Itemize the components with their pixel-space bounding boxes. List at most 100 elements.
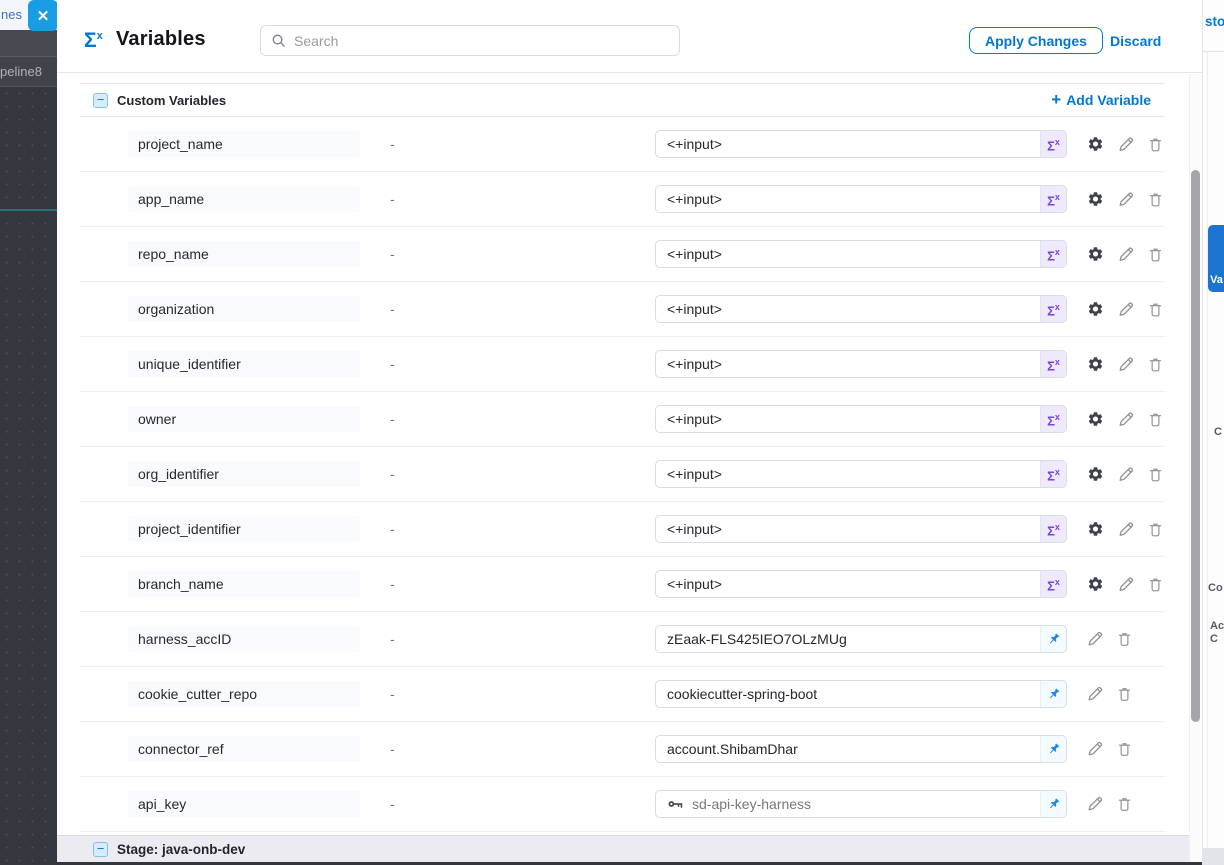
delete-icon[interactable]: [1117, 741, 1132, 757]
edit-icon[interactable]: [1087, 741, 1103, 757]
variable-value-input[interactable]: <+input>Σx: [655, 570, 1067, 598]
variable-value-input[interactable]: sd-api-key-harness: [655, 790, 1067, 818]
variables-side-tab[interactable]: Va: [1208, 225, 1224, 292]
expression-icon: Σx: [1047, 246, 1060, 262]
fixed-value-pin-button[interactable]: [1040, 626, 1066, 652]
edit-icon[interactable]: [1118, 466, 1134, 482]
expression-type-button[interactable]: Σx: [1040, 461, 1066, 487]
variable-value-input[interactable]: <+input>Σx: [655, 240, 1067, 268]
expression-type-button[interactable]: Σx: [1040, 406, 1066, 432]
row-actions: [1087, 301, 1163, 318]
delete-icon[interactable]: [1148, 521, 1163, 537]
expression-type-button[interactable]: Σx: [1040, 351, 1066, 377]
delete-icon[interactable]: [1117, 631, 1132, 647]
row-actions: [1087, 466, 1163, 483]
collapse-icon[interactable]: −: [93, 93, 108, 108]
collapse-icon[interactable]: −: [93, 842, 108, 857]
variable-value: account.ShibamDhar: [667, 741, 798, 757]
row-actions: [1087, 191, 1163, 208]
pin-icon: [1047, 632, 1061, 646]
edit-icon[interactable]: [1118, 246, 1134, 262]
delete-icon[interactable]: [1148, 191, 1163, 207]
search-input[interactable]: Search: [260, 25, 680, 56]
variables-list: project_name-<+input>Σxapp_name-<+input>…: [80, 117, 1165, 832]
settings-icon[interactable]: [1087, 466, 1104, 483]
edit-icon[interactable]: [1087, 686, 1103, 702]
settings-icon[interactable]: [1087, 191, 1104, 208]
pipeline-tab-fragment: peline8: [0, 64, 42, 79]
discard-button[interactable]: Discard: [1110, 27, 1161, 54]
drawer-content: − Custom Variables + Add Variable projec…: [80, 83, 1165, 832]
expression-type-button[interactable]: Σx: [1040, 241, 1066, 267]
variable-type: -: [390, 741, 395, 757]
fixed-value-pin-button[interactable]: [1040, 736, 1066, 762]
edit-icon[interactable]: [1118, 191, 1134, 207]
delete-icon[interactable]: [1117, 686, 1132, 702]
delete-icon[interactable]: [1148, 136, 1163, 152]
edit-icon[interactable]: [1118, 411, 1134, 427]
edit-icon[interactable]: [1118, 356, 1134, 372]
scrollbar-thumb[interactable]: [1191, 170, 1200, 722]
expression-type-button[interactable]: Σx: [1040, 296, 1066, 322]
variable-type: -: [390, 686, 395, 702]
variable-value-input[interactable]: account.ShibamDhar: [655, 735, 1067, 763]
variable-value: <+input>: [667, 521, 722, 537]
custom-variables-section-header: − Custom Variables + Add Variable: [80, 83, 1165, 117]
variable-value-input[interactable]: <+input>Σx: [655, 405, 1067, 433]
variable-value-input[interactable]: <+input>Σx: [655, 295, 1067, 323]
variable-value: <+input>: [667, 466, 722, 482]
delete-icon[interactable]: [1148, 246, 1163, 262]
variable-value-input[interactable]: <+input> Σx: [655, 185, 1067, 213]
variable-value: sd-api-key-harness: [692, 796, 811, 812]
settings-icon[interactable]: [1087, 521, 1104, 538]
apply-changes-button[interactable]: Apply Changes: [969, 27, 1103, 54]
edit-icon[interactable]: [1087, 796, 1103, 812]
delete-icon[interactable]: [1148, 576, 1163, 592]
variable-value-input[interactable]: <+input>Σx: [655, 350, 1067, 378]
expression-type-button[interactable]: Σx: [1040, 571, 1066, 597]
close-drawer-button[interactable]: ✕: [28, 0, 58, 31]
expression-type-button[interactable]: Σx: [1040, 186, 1066, 212]
delete-icon[interactable]: [1148, 466, 1163, 482]
delete-icon[interactable]: [1148, 301, 1163, 317]
edit-icon[interactable]: [1087, 631, 1103, 647]
history-link-fragment[interactable]: stor: [1205, 14, 1224, 29]
expression-icon: Σx: [1047, 301, 1060, 317]
variable-name: repo_name: [128, 241, 360, 267]
variable-row: cookie_cutter_repo-cookiecutter-spring-b…: [80, 667, 1165, 722]
expression-type-button[interactable]: Σx: [1040, 516, 1066, 542]
expression-icon: Σx: [1047, 466, 1060, 482]
settings-icon[interactable]: [1087, 136, 1104, 153]
sigma-x-icon: Σx: [84, 26, 103, 51]
search-icon: [271, 33, 286, 48]
variable-value-input[interactable]: cookiecutter-spring-boot: [655, 680, 1067, 708]
fixed-value-pin-button[interactable]: [1040, 681, 1066, 707]
settings-icon[interactable]: [1087, 246, 1104, 263]
edit-icon[interactable]: [1118, 301, 1134, 317]
variable-row: branch_name-<+input>Σx: [80, 557, 1165, 612]
settings-icon[interactable]: [1087, 301, 1104, 318]
background-header-strip: [0, 30, 57, 57]
edit-icon[interactable]: [1118, 576, 1134, 592]
variable-value-input[interactable]: <+input>Σx: [655, 130, 1067, 158]
edit-icon[interactable]: [1118, 521, 1134, 537]
row-actions: [1087, 631, 1132, 647]
variable-value-input[interactable]: zEaak-FLS425IEO7OLzMUg: [655, 625, 1067, 653]
delete-icon[interactable]: [1117, 796, 1132, 812]
expression-type-button[interactable]: Σx: [1040, 131, 1066, 157]
fixed-value-pin-button[interactable]: [1040, 791, 1066, 817]
add-variable-button[interactable]: + Add Variable: [1051, 92, 1151, 108]
variable-value: <+input>: [667, 191, 722, 207]
settings-icon[interactable]: [1087, 576, 1104, 593]
variable-value-input[interactable]: <+input> Σx: [655, 515, 1067, 543]
drawer-header: Σx Variables Search Apply Changes Discar…: [57, 0, 1202, 73]
variable-type: -: [390, 411, 395, 427]
edit-icon[interactable]: [1118, 136, 1134, 152]
settings-icon[interactable]: [1087, 411, 1104, 428]
variable-type: -: [390, 521, 395, 537]
pin-icon: [1047, 797, 1061, 811]
settings-icon[interactable]: [1087, 356, 1104, 373]
delete-icon[interactable]: [1148, 411, 1163, 427]
delete-icon[interactable]: [1148, 356, 1163, 372]
variable-value-input[interactable]: <+input> Σx: [655, 460, 1067, 488]
